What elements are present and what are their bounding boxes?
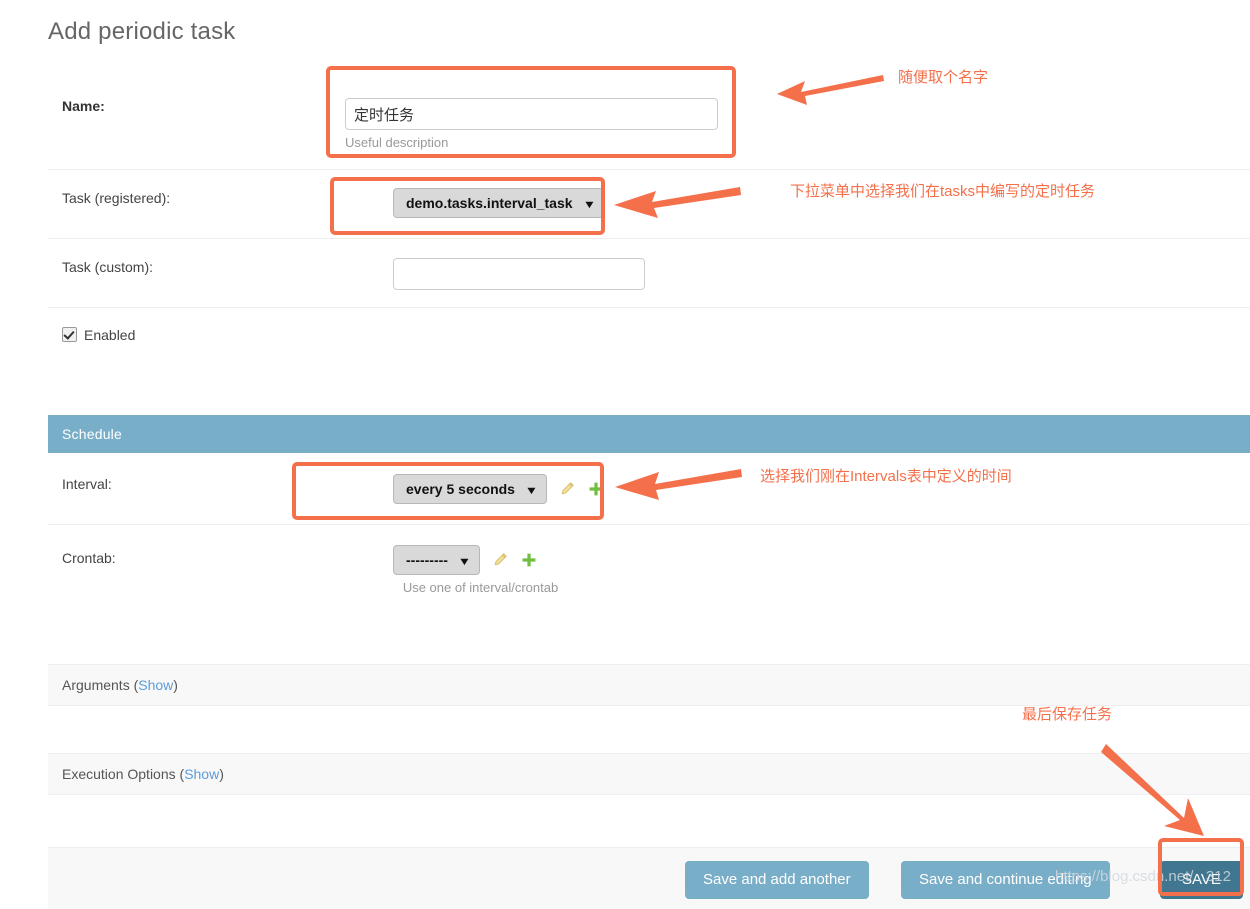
interval-select-value: every 5 seconds bbox=[406, 481, 515, 497]
label-interval: Interval: bbox=[62, 476, 112, 492]
form-row-crontab: Crontab: --------- ▼ Use one of interval/… bbox=[48, 525, 1250, 623]
arguments-fieldset-bar[interactable]: Arguments (Show) bbox=[48, 664, 1250, 706]
annotation-text-save: 最后保存任务 bbox=[1022, 706, 1113, 723]
watermark: https://blog.csdn.net/...312 bbox=[1055, 868, 1231, 885]
form-row-name: Name: Useful description bbox=[48, 78, 1250, 170]
arguments-show-link[interactable]: Show bbox=[138, 677, 173, 693]
name-help-text: Useful description bbox=[345, 135, 449, 150]
page-title: Add periodic task bbox=[48, 18, 236, 45]
task-custom-input[interactable] bbox=[393, 258, 645, 290]
field-interval: every 5 seconds ▼ bbox=[393, 474, 604, 504]
interval-select[interactable]: every 5 seconds ▼ bbox=[393, 474, 547, 504]
paren-open: ( bbox=[175, 766, 185, 782]
field-crontab: --------- ▼ Use one of interval/crontab bbox=[393, 545, 568, 595]
field-name: Useful description bbox=[345, 98, 718, 150]
main-form-module: Name: Useful description Task (registere… bbox=[48, 78, 1250, 362]
execution-options-show-link[interactable]: Show bbox=[184, 766, 219, 782]
label-task-custom: Task (custom): bbox=[62, 259, 154, 275]
chevron-down-icon: ▼ bbox=[457, 556, 472, 568]
enabled-checkbox-wrap[interactable]: Enabled bbox=[62, 327, 135, 343]
execution-options-title: Execution Options bbox=[62, 766, 176, 782]
enabled-checkbox[interactable] bbox=[62, 327, 77, 342]
field-task-registered: demo.tasks.interval_task ▼ bbox=[393, 188, 605, 218]
name-input[interactable] bbox=[345, 98, 718, 130]
label-name: Name: bbox=[62, 98, 105, 114]
paren-open: ( bbox=[129, 677, 139, 693]
pencil-icon[interactable] bbox=[559, 481, 575, 497]
pencil-icon[interactable] bbox=[492, 552, 508, 568]
label-task-registered: Task (registered): bbox=[62, 190, 171, 206]
crontab-select[interactable]: --------- ▼ bbox=[393, 545, 480, 575]
task-registered-select[interactable]: demo.tasks.interval_task ▼ bbox=[393, 188, 605, 218]
execution-options-fieldset-bar[interactable]: Execution Options (Show) bbox=[48, 753, 1250, 795]
label-crontab: Crontab: bbox=[62, 550, 116, 566]
schedule-module: Interval: every 5 seconds ▼ Crontab: ---… bbox=[48, 453, 1250, 623]
annotation-text-interval: 选择我们刚在Intervals表中定义的时间 bbox=[760, 468, 1012, 485]
enabled-label: Enabled bbox=[84, 327, 136, 343]
task-registered-select-value: demo.tasks.interval_task bbox=[406, 195, 573, 211]
annotation-text-task-registered: 下拉菜单中选择我们在tasks中编写的定时任务 bbox=[790, 183, 1096, 200]
annotation-text-name: 随便取个名字 bbox=[898, 69, 989, 86]
chevron-down-icon: ▼ bbox=[524, 485, 539, 497]
crontab-select-value: --------- bbox=[406, 552, 448, 568]
form-row-interval: Interval: every 5 seconds ▼ bbox=[48, 453, 1250, 525]
schedule-section-header: Schedule bbox=[48, 415, 1250, 453]
save-and-add-another-button[interactable]: Save and add another bbox=[685, 861, 869, 899]
crontab-help-text: Use one of interval/crontab bbox=[402, 580, 559, 595]
plus-icon[interactable] bbox=[588, 481, 604, 497]
paren-close: ) bbox=[173, 677, 178, 693]
form-row-task-custom: Task (custom): bbox=[48, 239, 1250, 308]
field-task-custom bbox=[393, 258, 645, 290]
arguments-title: Arguments bbox=[62, 677, 130, 693]
plus-icon[interactable] bbox=[521, 552, 537, 568]
paren-close: ) bbox=[219, 766, 224, 782]
chevron-down-icon: ▼ bbox=[582, 199, 596, 211]
form-row-enabled: Enabled bbox=[48, 308, 1250, 362]
